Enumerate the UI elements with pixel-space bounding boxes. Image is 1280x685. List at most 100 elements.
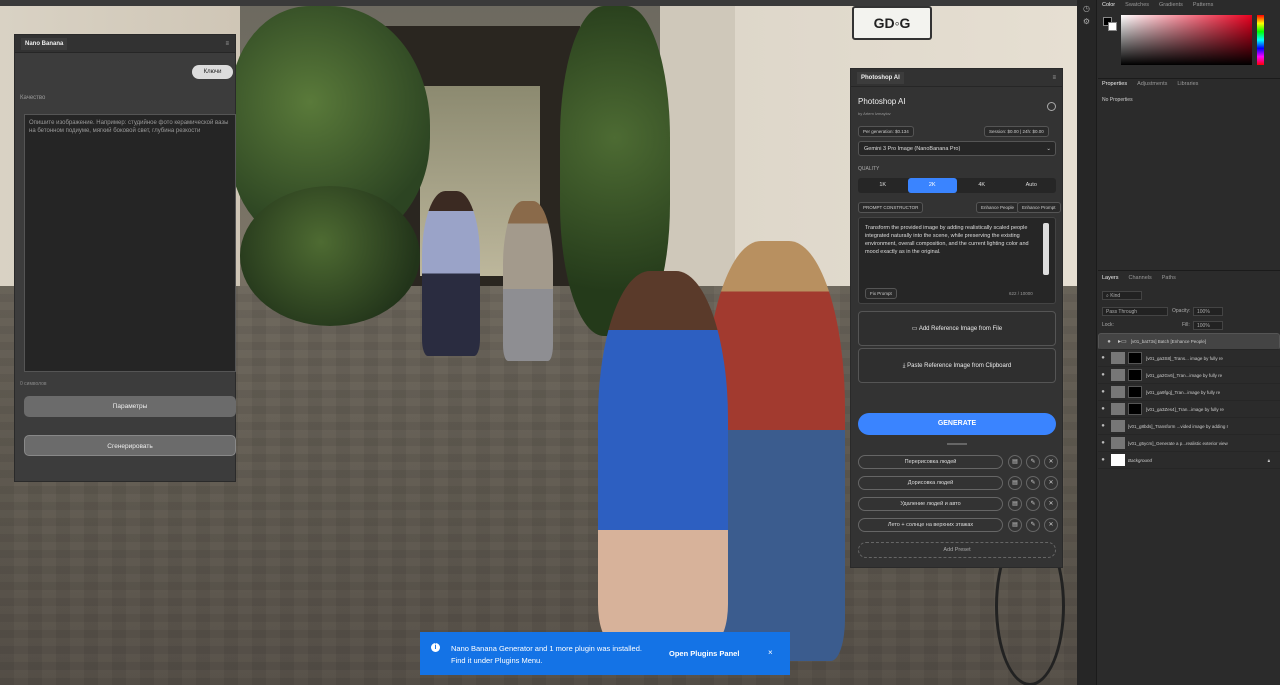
preset-item[interactable]: Удаление людей и авто — [858, 497, 1003, 511]
panel-header: Nano Banana ≡ — [15, 35, 235, 53]
tab-adjustments[interactable]: Adjustments — [1137, 81, 1167, 87]
layer-row[interactable]: ● [v01_g8bds]_Transform ...vided image by… — [1098, 418, 1280, 435]
delete-icon[interactable]: ✕ — [1044, 476, 1058, 490]
save-icon[interactable]: ▤ — [1008, 518, 1022, 532]
layer-thumbnail — [1111, 369, 1125, 381]
edit-icon[interactable]: ✎ — [1026, 497, 1040, 511]
preset-item[interactable]: Лето + солнце на верхних этажах — [858, 518, 1003, 532]
generate-main-button[interactable]: GENERATE — [858, 413, 1056, 435]
save-icon[interactable]: ▤ — [1008, 455, 1022, 469]
panel-menu-icon[interactable]: ≡ — [225, 41, 229, 47]
layer-name: [v01_ga3Zes4]_Tran...image by fully re — [1146, 406, 1224, 412]
tab-gradients[interactable]: Gradients — [1159, 2, 1183, 8]
enhance-prompt-button[interactable]: Enhance Prompt — [1017, 202, 1061, 213]
eye-icon[interactable]: ● — [1104, 335, 1114, 349]
layer-row[interactable]: ● [v01_ga3Zes4]_Tran...image by fully re — [1098, 401, 1280, 418]
photo-person — [503, 201, 553, 361]
settings-icon[interactable] — [1047, 102, 1056, 111]
panel-tab-photoshop-ai[interactable]: Photoshop AI — [857, 71, 904, 84]
session-cost: Session: $0.00 | 24h: $0.00 — [984, 126, 1049, 137]
save-icon[interactable]: ▤ — [1008, 476, 1022, 490]
tab-paths[interactable]: Paths — [1162, 275, 1176, 281]
layer-row[interactable]: ● [v01_ga2Gv6]_Tran...image by fully re — [1098, 367, 1280, 384]
history-icon[interactable]: ◷ — [1077, 4, 1096, 13]
hue-slider[interactable] — [1257, 15, 1264, 65]
edit-icon[interactable]: ✎ — [1026, 455, 1040, 469]
tab-properties[interactable]: Properties — [1102, 81, 1127, 87]
background-color[interactable] — [1108, 22, 1117, 31]
open-plugins-panel-link[interactable]: Open Plugins Panel — [669, 649, 739, 658]
layer-name: [v01_ga9fgq]_Tran...image by fully re — [1146, 389, 1221, 395]
model-select-value: Gemini 3 Pro Image (NanoBanana Pro) — [864, 146, 961, 152]
edit-icon[interactable]: ✎ — [1026, 518, 1040, 532]
layer-row[interactable]: ● Background 🔒︎ — [1098, 452, 1280, 469]
eye-icon[interactable]: ● — [1098, 389, 1108, 395]
save-icon[interactable]: ▤ — [1008, 497, 1022, 511]
fill-input[interactable]: 100% — [1193, 321, 1223, 330]
layer-row[interactable]: ● ▸▭ [v01_bat73s] Batch [Enhance People] — [1098, 333, 1280, 350]
eye-icon[interactable]: ● — [1098, 457, 1108, 463]
layer-thumbnail — [1111, 420, 1125, 432]
close-icon[interactable]: × — [768, 648, 773, 657]
add-preset-button[interactable]: Add Preset — [858, 542, 1056, 558]
model-select[interactable]: Gemini 3 Pro Image (NanoBanana Pro) ⌄ — [858, 141, 1056, 156]
tab-color[interactable]: Color — [1102, 2, 1115, 8]
dock-tool-strip: ◷ ⚙ — [1077, 0, 1097, 685]
prompt-constructor-button[interactable]: PROMPT CONSTRUCTOR — [858, 202, 924, 213]
eye-icon[interactable]: ● — [1098, 423, 1108, 429]
layer-row[interactable]: ● [v01_g5ycm]_Generate a p...realistic ex… — [1098, 435, 1280, 452]
eye-icon[interactable]: ● — [1098, 440, 1108, 446]
eye-icon[interactable]: ● — [1098, 355, 1108, 361]
layers-tabs: Layers Channels Paths — [1098, 275, 1280, 281]
preset-item[interactable]: Дорисовка людей — [858, 476, 1003, 490]
layer-filter-kind[interactable]: ⌕ Kind — [1102, 291, 1142, 300]
blend-mode-select[interactable]: Pass Through — [1102, 307, 1168, 316]
quality-auto[interactable]: Auto — [1007, 178, 1057, 193]
delete-icon[interactable]: ✕ — [1044, 497, 1058, 511]
prompt-scrollbar[interactable] — [1043, 223, 1049, 275]
layer-row[interactable]: ● [v01_ga3S8]_Trans... image by fully re — [1098, 350, 1280, 367]
photoshop-ai-panel: Photoshop AI ≡ Photoshop AI by Artem Izm… — [850, 68, 1063, 568]
quality-2k[interactable]: 2K — [907, 178, 957, 193]
properties-icon[interactable]: ⚙ — [1077, 17, 1096, 26]
add-reference-file-button[interactable]: ▭ Add Reference Image from File — [858, 311, 1056, 346]
keys-button[interactable]: Ключи — [192, 65, 233, 79]
photo-person — [422, 191, 480, 356]
generate-button[interactable]: Сгенерировать — [24, 435, 236, 456]
plugin-title: Photoshop AI — [858, 97, 906, 106]
tab-patterns[interactable]: Patterns — [1193, 2, 1213, 8]
eye-icon[interactable]: ● — [1098, 372, 1108, 378]
quality-1k[interactable]: 1K — [858, 178, 908, 193]
plugin-author: by Artem Izmaylov — [858, 111, 891, 116]
edit-icon[interactable]: ✎ — [1026, 476, 1040, 490]
quality-4k[interactable]: 4K — [957, 178, 1007, 193]
photo-person — [598, 271, 728, 641]
delete-icon[interactable]: ✕ — [1044, 455, 1058, 469]
layer-row[interactable]: ● [v01_ga9fgq]_Tran...image by fully re — [1098, 384, 1280, 401]
preset-item[interactable]: Перерисовка людей — [858, 455, 1003, 469]
tab-swatches[interactable]: Swatches — [1125, 2, 1149, 8]
prompt-textarea[interactable]: Transform the provided image by adding r… — [858, 217, 1056, 304]
quality-segmented: 1K 2K 4K Auto — [858, 178, 1056, 193]
enhance-people-button[interactable]: Enhance People — [976, 202, 1020, 213]
prompt-input[interactable]: Опишите изображение. Например: студийное… — [24, 114, 236, 372]
color-picker-field[interactable] — [1121, 15, 1252, 65]
prompt-char-count: 622 / 10000 — [1009, 291, 1033, 296]
no-properties-text: No Properties — [1102, 97, 1133, 103]
tab-channels[interactable]: Channels — [1129, 275, 1152, 281]
paste-reference-button[interactable]: ⤓ Paste Reference Image from Clipboard — [858, 348, 1056, 383]
tab-libraries[interactable]: Libraries — [1177, 81, 1198, 87]
opacity-input[interactable]: 100% — [1193, 307, 1223, 316]
delete-icon[interactable]: ✕ — [1044, 518, 1058, 532]
fill-label: Fill: — [1182, 322, 1190, 328]
properties-panel: Properties Adjustments Libraries No Prop… — [1098, 78, 1280, 268]
panel-header: Photoshop AI ≡ — [851, 69, 1062, 87]
layer-thumbnail — [1111, 403, 1125, 415]
params-button[interactable]: Параметры — [24, 396, 236, 417]
fix-prompt-button[interactable]: Fix Prompt — [865, 288, 897, 299]
photo-street-sign: GD◦G — [852, 6, 932, 40]
tab-layers[interactable]: Layers — [1102, 275, 1119, 281]
panel-menu-icon[interactable]: ≡ — [1052, 75, 1056, 81]
eye-icon[interactable]: ● — [1098, 406, 1108, 412]
panel-tab-nano-banana[interactable]: Nano Banana — [21, 37, 68, 50]
